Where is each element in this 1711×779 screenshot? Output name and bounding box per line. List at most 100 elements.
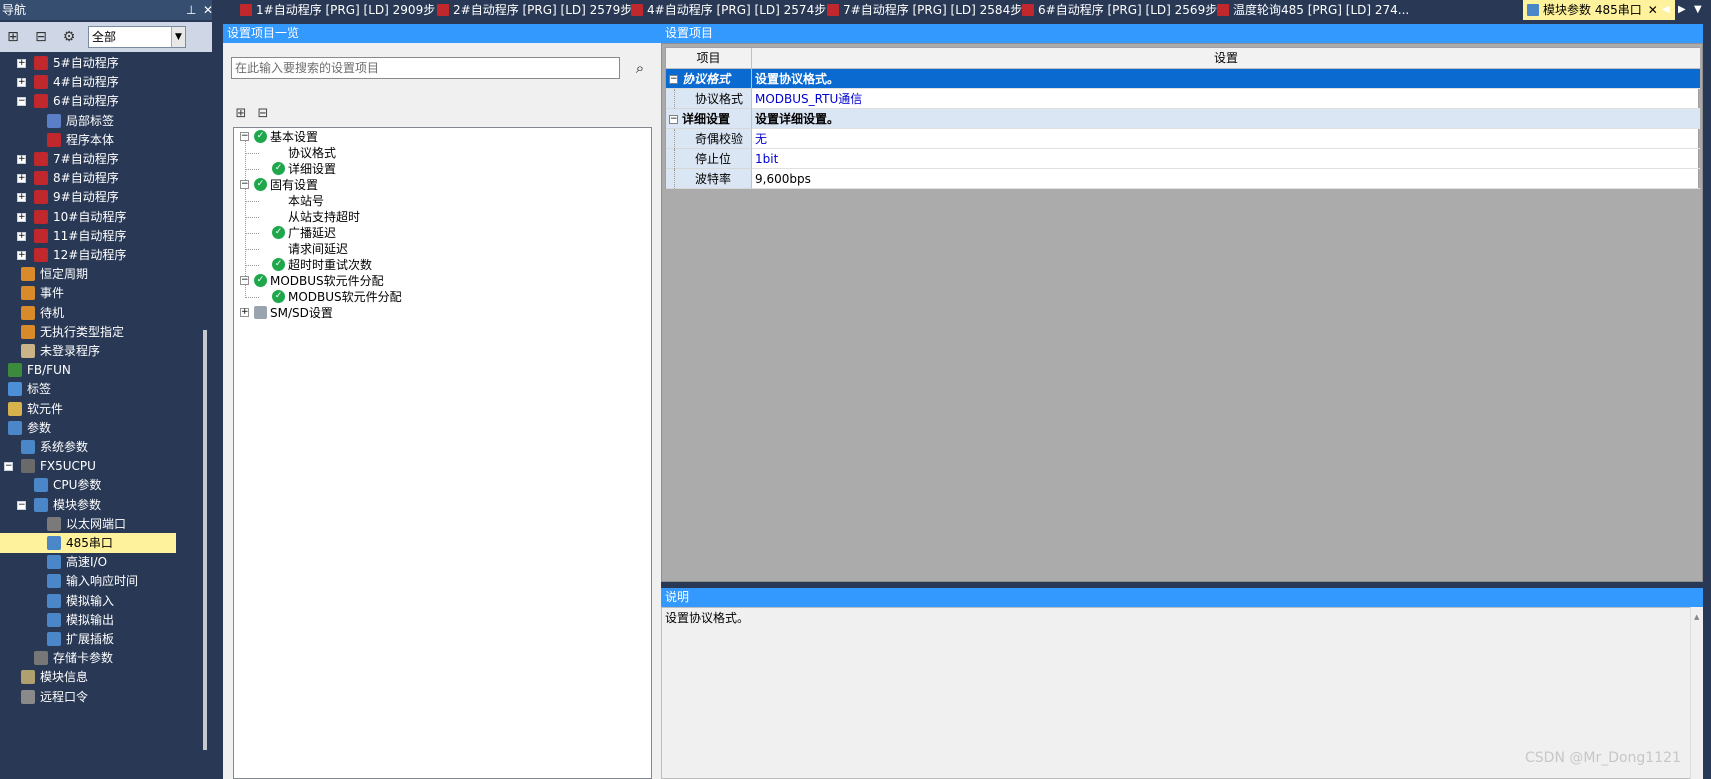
nav-item[interactable]: +7#自动程序 — [0, 149, 198, 169]
settings-tree-item[interactable]: 本站号 — [234, 193, 644, 209]
nav-item[interactable]: − 6#自动程序 — [0, 91, 198, 111]
nav-item[interactable]: +4#自动程序 — [0, 72, 198, 92]
settings-tree-item[interactable]: − ✓ MODBUS软元件分配 — [234, 273, 644, 289]
nav-item[interactable]: −参数 — [0, 418, 198, 438]
nav-item[interactable]: 以太网端口 — [0, 514, 198, 534]
nav-item[interactable]: 模块信息 — [0, 667, 198, 687]
nav-item[interactable]: 模拟输入 — [0, 591, 198, 611]
expand-icon[interactable]: + — [17, 193, 26, 203]
description-scrollbar[interactable]: ▲ — [1690, 607, 1703, 779]
nav-item[interactable]: 待机 — [0, 303, 198, 323]
nav-item[interactable]: +FB/FUN — [0, 360, 198, 380]
close-tab-icon[interactable]: ✕ — [1648, 3, 1658, 17]
setting-value-cell[interactable]: 1bit — [752, 149, 1700, 169]
nav-item[interactable]: +9#自动程序 — [0, 187, 198, 207]
collapse-icon[interactable]: − — [669, 115, 678, 124]
filter-combo[interactable]: 全部 ▼ — [88, 26, 186, 48]
collapse-icon[interactable]: − — [240, 180, 249, 189]
nav-item[interactable]: 局部标签 — [0, 111, 198, 131]
setting-value-cell[interactable]: 9,600bps — [752, 169, 1700, 189]
expand-all-icon[interactable]: ⊞ — [231, 104, 251, 124]
settings-tree-item[interactable]: ✓ 超时时重试次数 — [234, 257, 644, 273]
expand-icon[interactable]: + — [17, 231, 26, 241]
tab-6[interactable]: 模块参数 485串口 ✕ — [1523, 0, 1675, 20]
nav-item[interactable]: 远程口令 — [0, 687, 198, 707]
nav-item[interactable]: 未登录程序 — [0, 341, 198, 361]
nav-item[interactable]: 高速I/O — [0, 552, 198, 572]
nav-item[interactable]: 输入响应时间 — [0, 571, 198, 591]
collapse-icon[interactable]: − — [17, 97, 26, 107]
nav-item[interactable]: − FX5UCPU — [0, 456, 198, 476]
tab-0[interactable]: 1#自动程序 [PRG] [LD] 2909步 — [236, 0, 435, 20]
settings-tree-item[interactable]: ✓ 广播延迟 — [234, 225, 644, 241]
scroll-up-icon[interactable]: ▲ — [1694, 613, 1699, 621]
collapse-icon[interactable]: − — [4, 462, 13, 472]
expand-icon[interactable]: + — [17, 155, 26, 164]
collapse-icon[interactable]: − — [240, 132, 249, 141]
gear-icon[interactable]: ⚙ — [58, 26, 80, 48]
tab-4[interactable]: 6#自动程序 [PRG] [LD] 2569步 — [1018, 0, 1217, 20]
collapse-icon[interactable]: − — [17, 500, 26, 510]
settings-tree-item[interactable]: + SM/SD设置 — [234, 305, 644, 321]
tab-2[interactable]: 4#自动程序 [PRG] [LD] 2574步 — [627, 0, 826, 20]
settings-tree-item[interactable]: ✓ 详细设置 — [234, 161, 644, 177]
expand-icon[interactable]: + — [17, 174, 26, 184]
nav-item[interactable]: CPU参数 — [0, 475, 198, 495]
nav-item[interactable]: 系统参数 — [0, 437, 198, 457]
nav-item[interactable]: +12#自动程序 — [0, 245, 198, 265]
collapse-icon[interactable]: − — [669, 75, 678, 84]
collapse-all-icon[interactable]: ⊟ — [253, 104, 273, 124]
tab-scroll-right-icon[interactable]: ▶ — [1678, 0, 1686, 20]
collapse-icon[interactable]: − — [240, 276, 249, 285]
settings-row[interactable]: 协议格式 MODBUS_RTU通信 — [666, 89, 1700, 109]
tab-scroll-left-icon[interactable]: ◀ — [1662, 0, 1670, 20]
setting-value-cell[interactable]: 无 — [752, 129, 1700, 149]
pin-icon[interactable]: ⊥ — [186, 0, 196, 20]
expand-icon[interactable]: + — [17, 212, 26, 222]
nav-item[interactable]: +10#自动程序 — [0, 207, 198, 227]
nav-item[interactable]: 485串口 — [0, 533, 176, 553]
nav-item[interactable]: 模拟输出 — [0, 610, 198, 630]
expand-icon[interactable]: + — [240, 308, 249, 317]
tab-list-icon[interactable]: ▼ — [1694, 0, 1702, 20]
settings-tree-item[interactable]: 协议格式 — [234, 145, 644, 161]
expand-icon[interactable]: + — [17, 59, 26, 68]
settings-row[interactable]: 波特率 9,600bps — [666, 169, 1700, 189]
tab-3[interactable]: 7#自动程序 [PRG] [LD] 2584步 — [823, 0, 1022, 20]
nav-item[interactable]: 恒定周期 — [0, 264, 198, 284]
collapse-tree-icon[interactable]: ⊟ — [30, 26, 52, 48]
settings-tree-item[interactable]: 请求间延迟 — [234, 241, 644, 257]
settings-group-row[interactable]: 协议格式 − 设置协议格式。 — [666, 69, 1700, 89]
nav-item[interactable]: 扩展插板 — [0, 629, 198, 649]
nav-item[interactable]: +8#自动程序 — [0, 168, 198, 188]
scrollbar-thumb[interactable] — [203, 330, 207, 750]
nav-item[interactable]: +5#自动程序 — [0, 53, 198, 73]
nav-item[interactable]: − 模块参数 — [0, 495, 198, 515]
search-input[interactable]: 在此输入要搜索的设置项目 — [231, 57, 620, 79]
chevron-down-icon[interactable]: ▼ — [171, 27, 185, 47]
tab-1[interactable]: 2#自动程序 [PRG] [LD] 2579步 — [433, 0, 632, 20]
expand-icon[interactable]: + — [17, 78, 26, 88]
expand-icon[interactable]: + — [17, 251, 26, 260]
settings-group-row[interactable]: 详细设置 − 设置详细设置。 — [666, 109, 1700, 129]
settings-tree-item[interactable]: − ✓ 固有设置 — [234, 177, 644, 193]
nav-item[interactable]: +11#自动程序 — [0, 226, 198, 246]
column-header-setting[interactable]: 设置 — [752, 48, 1700, 69]
expand-tree-icon[interactable]: ⊞ — [2, 26, 24, 48]
navigation-scrollbar[interactable] — [198, 52, 212, 769]
settings-tree-item[interactable]: ✓ MODBUS软元件分配 — [234, 289, 644, 305]
nav-item[interactable]: 存储卡参数 — [0, 648, 198, 668]
settings-tree-item[interactable]: − ✓ 基本设置 — [234, 129, 644, 145]
setting-value-cell[interactable]: MODBUS_RTU通信 — [752, 89, 1700, 109]
settings-row[interactable]: 奇偶校验无 — [666, 129, 1700, 149]
nav-item[interactable]: 事件 — [0, 283, 198, 303]
nav-item[interactable]: 程序本体 — [0, 130, 198, 150]
nav-item[interactable]: +标签 — [0, 379, 198, 399]
nav-item[interactable]: +软元件 — [0, 399, 198, 419]
settings-tree-item[interactable]: 从站支持超时 — [234, 209, 644, 225]
nav-item[interactable]: 无执行类型指定 — [0, 322, 198, 342]
binoculars-search-icon[interactable]: ⌕ — [628, 56, 652, 80]
column-header-item[interactable]: 项目 — [666, 48, 752, 69]
tab-5[interactable]: 温度轮询485 [PRG] [LD] 274... — [1213, 0, 1409, 20]
settings-row[interactable]: 停止位 1bit — [666, 149, 1700, 169]
